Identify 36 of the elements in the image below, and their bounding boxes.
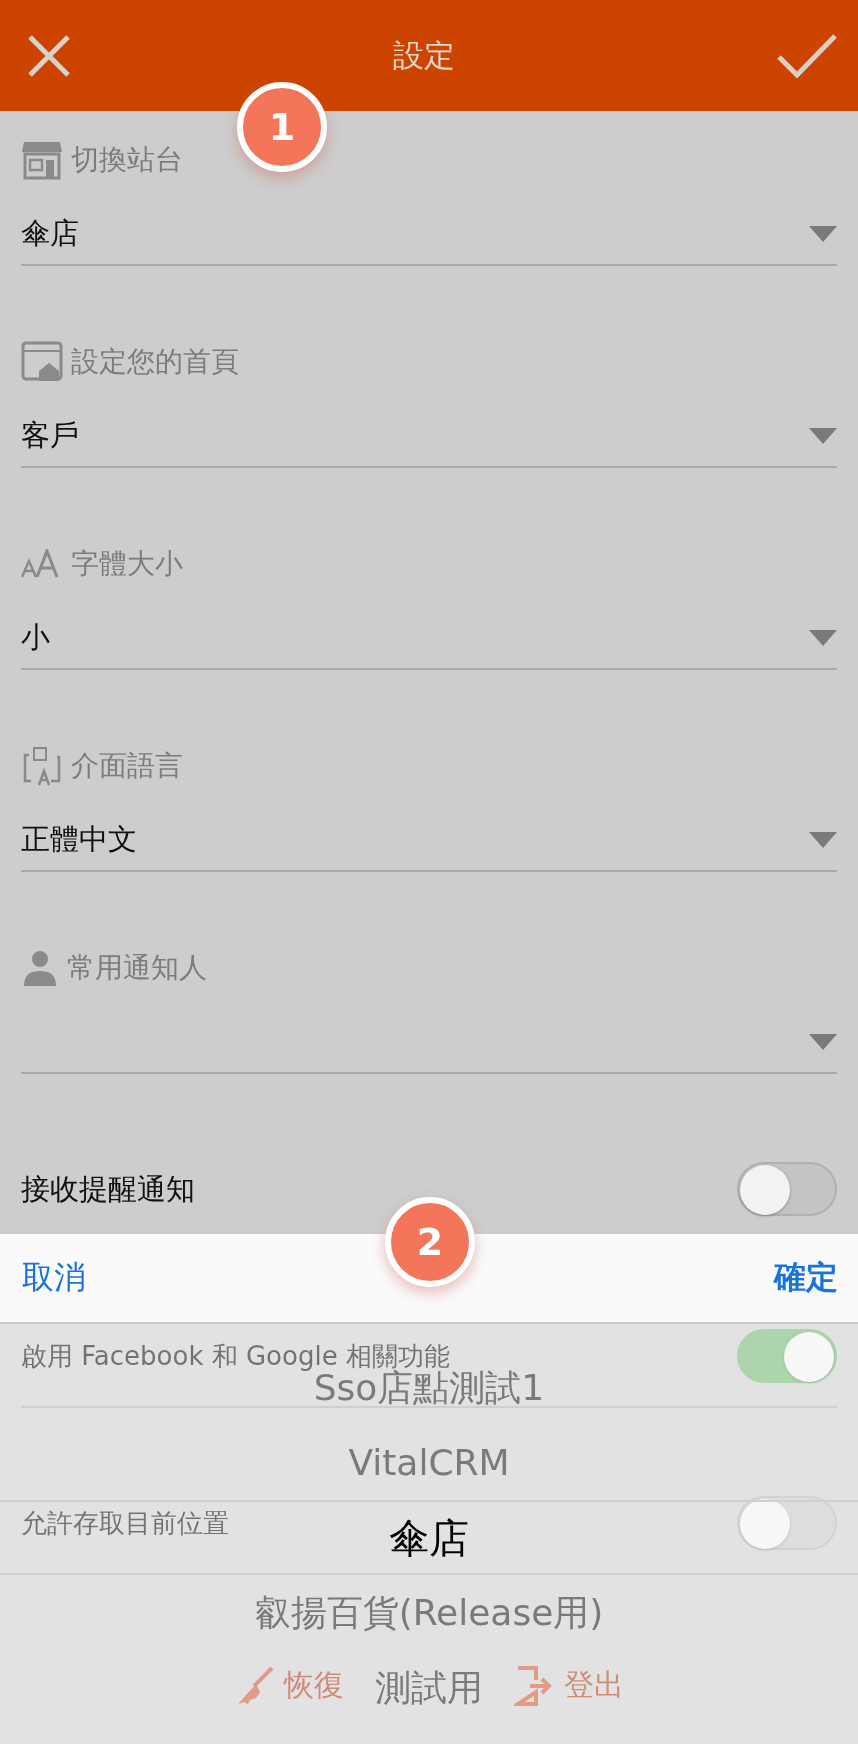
setting-label: 切換站台 <box>71 142 183 178</box>
toggle-label: 接收提醒通知 <box>21 1174 195 1204</box>
close-icon[interactable] <box>26 32 72 79</box>
toggle-switch[interactable] <box>737 1496 837 1550</box>
dropdown-field[interactable]: 正體中文 <box>21 818 837 862</box>
dropdown-field[interactable]: 傘店 <box>21 212 837 256</box>
window-title: 設定 <box>393 35 455 75</box>
store-icon <box>21 140 63 180</box>
home-page-icon <box>21 341 63 383</box>
dropdown-caret-icon <box>809 630 837 646</box>
picker-option[interactable]: VitalCRM <box>348 1442 510 1483</box>
dropdown-caret-icon <box>809 832 837 848</box>
picker-option[interactable]: 傘店 <box>389 1515 469 1560</box>
dropdown-caret-icon <box>809 1034 837 1050</box>
confirm-button[interactable]: 確定 <box>774 1256 838 1300</box>
dropdown-field[interactable]: 小 <box>21 616 837 660</box>
setting-label: 介面語言 <box>71 748 183 784</box>
setting-label: 設定您的首頁 <box>71 344 239 380</box>
dropdown-caret-icon <box>809 428 837 444</box>
logout-icon <box>514 1665 554 1706</box>
dropdown-field[interactable]: 客戶 <box>21 414 837 458</box>
dropdown-caret-icon <box>809 226 837 242</box>
toggle-switch[interactable] <box>737 1329 837 1383</box>
picker-option[interactable]: 測試用 <box>375 1667 483 1708</box>
setting-label: 字體大小 <box>71 546 183 582</box>
toggle-label: 啟用 Facebook 和 Google 相關功能 <box>21 1343 450 1369</box>
setting-label: 常用通知人 <box>67 950 207 986</box>
translate-icon <box>21 745 63 787</box>
step-number-badge: 1 <box>237 82 327 172</box>
cancel-button[interactable]: 取消 <box>22 1256 86 1300</box>
picker-option[interactable]: 叡揚百貨(Release用) <box>254 1592 604 1633</box>
toggle-switch[interactable] <box>737 1162 837 1216</box>
toggle-label: 允許存取目前位置 <box>21 1510 229 1536</box>
check-icon[interactable] <box>776 32 838 79</box>
person-icon <box>21 949 59 987</box>
step-number-badge: 2 <box>385 1197 475 1287</box>
